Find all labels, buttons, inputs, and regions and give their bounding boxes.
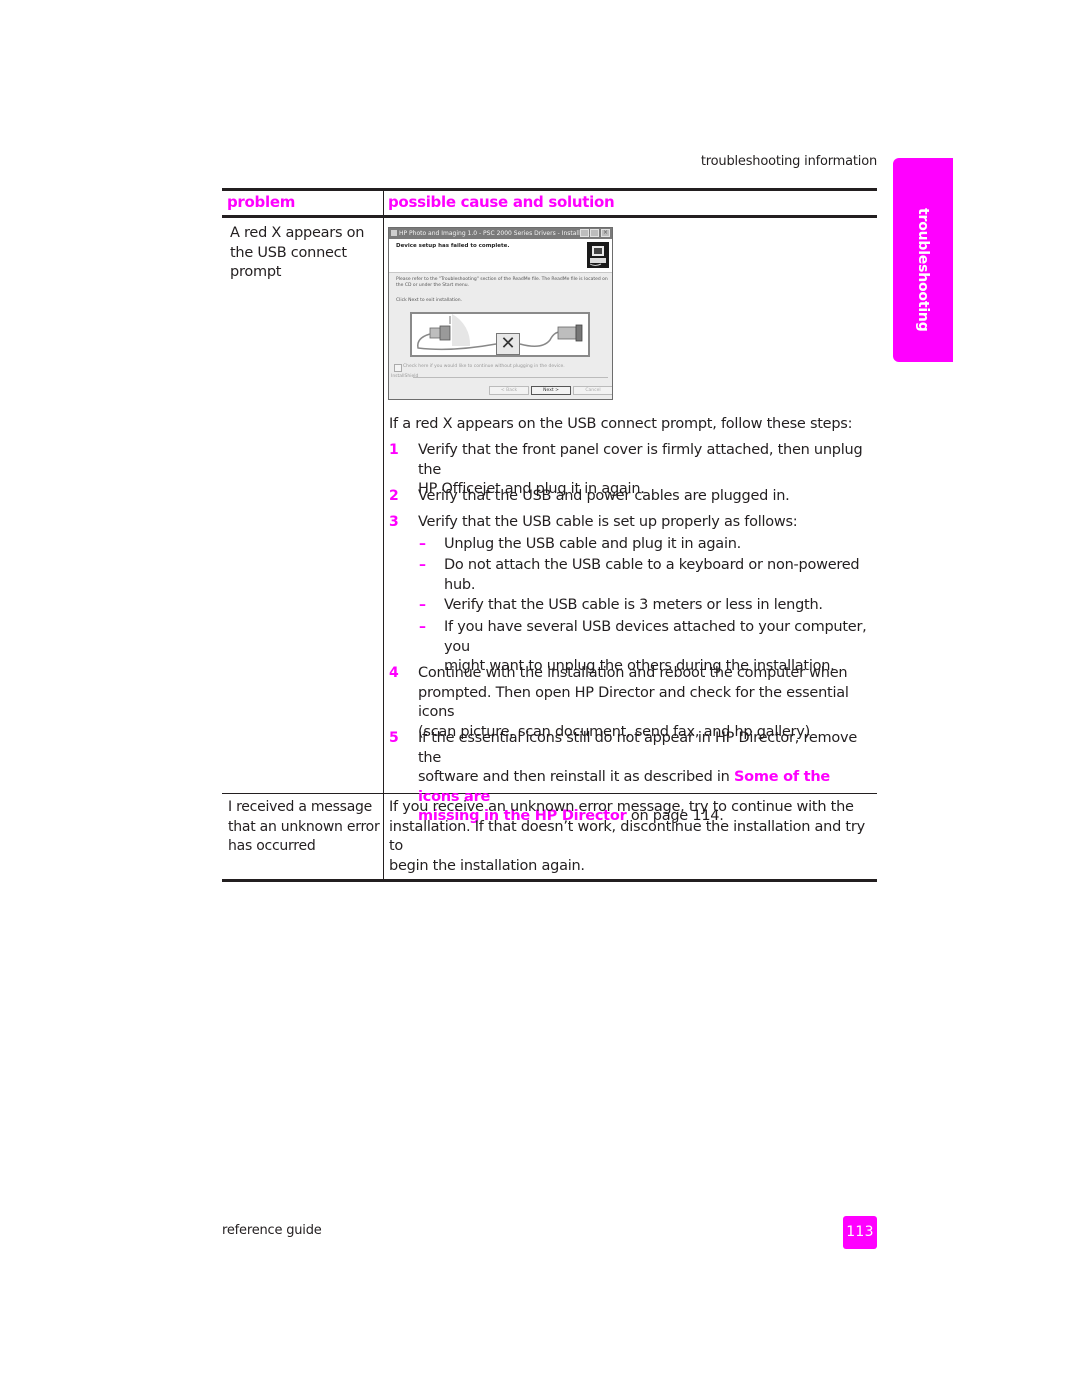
computer-setup-icon: [587, 242, 609, 268]
installer-app-icon: [391, 230, 397, 236]
problem-line: A red X appears on: [230, 225, 365, 241]
maximize-icon: [590, 229, 599, 237]
table-header-rule: [222, 215, 877, 218]
sub-bullet-text: Unplug the USB cable and plug it in agai…: [444, 535, 876, 555]
dash-bullet: –: [419, 536, 426, 552]
step-line: Continue with the installation and reboo…: [418, 665, 848, 681]
table-top-rule: [222, 188, 877, 191]
section-tab-label: troubleshooting: [915, 208, 931, 332]
dialog-body-line: the CD or under the Start menu.: [396, 283, 470, 288]
problem-cell-unknown-error: I received a message that an unknown err…: [228, 798, 382, 857]
step-text: Verify that the USB and power cables are…: [418, 487, 873, 507]
step-line: Verify that the front panel cover is fir…: [418, 442, 863, 478]
step-line: Verify that the USB and power cables are…: [418, 488, 790, 504]
problem-line: that an unknown error: [228, 818, 380, 835]
solution-line: begin the installation again.: [389, 857, 585, 874]
dash-bullet: –: [419, 619, 426, 635]
back-button: < Back: [489, 386, 529, 395]
usb-connection-illustration: ✕: [410, 312, 590, 357]
sub-bullet-line: hub.: [444, 576, 476, 593]
sub-bullet-line: Do not attach the USB cable to a keyboar…: [444, 557, 860, 573]
checkbox-label: Check here if you would like to continue…: [403, 364, 565, 369]
step-number: 2: [389, 488, 399, 504]
solution-intro: If a red X appears on the USB connect pr…: [389, 416, 853, 432]
problem-line: has occurred: [228, 838, 316, 854]
problem-line: prompt: [230, 264, 282, 280]
column-header-problem: problem: [227, 193, 296, 211]
dialog-header: Device setup has failed to complete.: [389, 239, 612, 273]
sub-bullet-line: Unplug the USB cable and plug it in agai…: [444, 536, 742, 552]
step-text: Verify that the USB cable is set up prop…: [418, 513, 873, 533]
solution-cell-unknown-error: If you receive an unknown error message,…: [389, 798, 877, 876]
problem-cell-red-x: A red X appears on the USB connect promp…: [230, 224, 380, 283]
dialog-separator: [413, 377, 608, 378]
close-icon: ×: [601, 229, 610, 237]
running-header: troubleshooting information: [700, 154, 877, 169]
dialog-header-text: Device setup has failed to complete.: [396, 243, 510, 249]
dash-bullet: –: [419, 597, 426, 613]
usb-error-dialog-screenshot: HP Photo and Imaging 1.0 - PSC 2000 Seri…: [388, 227, 613, 400]
table-bottom-rule: [222, 879, 877, 882]
problem-line: the USB connect: [230, 244, 347, 261]
cancel-button: Cancel: [573, 386, 612, 395]
step-number: 1: [389, 442, 399, 458]
solution-line: installation. If that doesn’t work, disc…: [389, 818, 865, 855]
next-button: Next >: [531, 386, 571, 395]
dash-bullet: –: [419, 557, 426, 573]
solution-line: If you receive an unknown error message,…: [389, 799, 854, 815]
sub-bullet-text: Do not attach the USB cable to a keyboar…: [444, 556, 876, 595]
problem-line: I received a message: [228, 799, 373, 815]
step-number: 5: [389, 730, 399, 746]
continue-without-device-checkbox: [394, 364, 402, 372]
step-line: Verify that the USB cable is set up prop…: [418, 514, 798, 530]
minimize-icon: [580, 229, 589, 237]
step-number: 4: [389, 665, 399, 681]
step-line: prompted. Then open HP Director and chec…: [418, 684, 849, 721]
sub-bullet-text: Verify that the USB cable is 3 meters or…: [444, 596, 876, 616]
sub-bullet-line: If you have several USB devices attached…: [444, 619, 867, 655]
red-x-icon: ✕: [496, 333, 520, 355]
step-number: 3: [389, 514, 399, 530]
sub-bullet-line: Verify that the USB cable is 3 meters or…: [444, 597, 823, 613]
column-divider: [383, 188, 384, 882]
page-number: 113: [843, 1216, 877, 1249]
dialog-title: HP Photo and Imaging 1.0 - PSC 2000 Seri…: [399, 230, 594, 237]
section-tab: troubleshooting: [893, 158, 953, 362]
step-line: If the essential icons still do not appe…: [418, 730, 858, 766]
step-line-text: software and then reinstall it as descri…: [418, 769, 734, 785]
dialog-titlebar: HP Photo and Imaging 1.0 - PSC 2000 Seri…: [389, 228, 612, 239]
footer-guide-title: reference guide: [222, 1223, 322, 1238]
dialog-instruction: Click Next to exit installation.: [396, 298, 463, 303]
column-header-solution: possible cause and solution: [388, 193, 615, 211]
